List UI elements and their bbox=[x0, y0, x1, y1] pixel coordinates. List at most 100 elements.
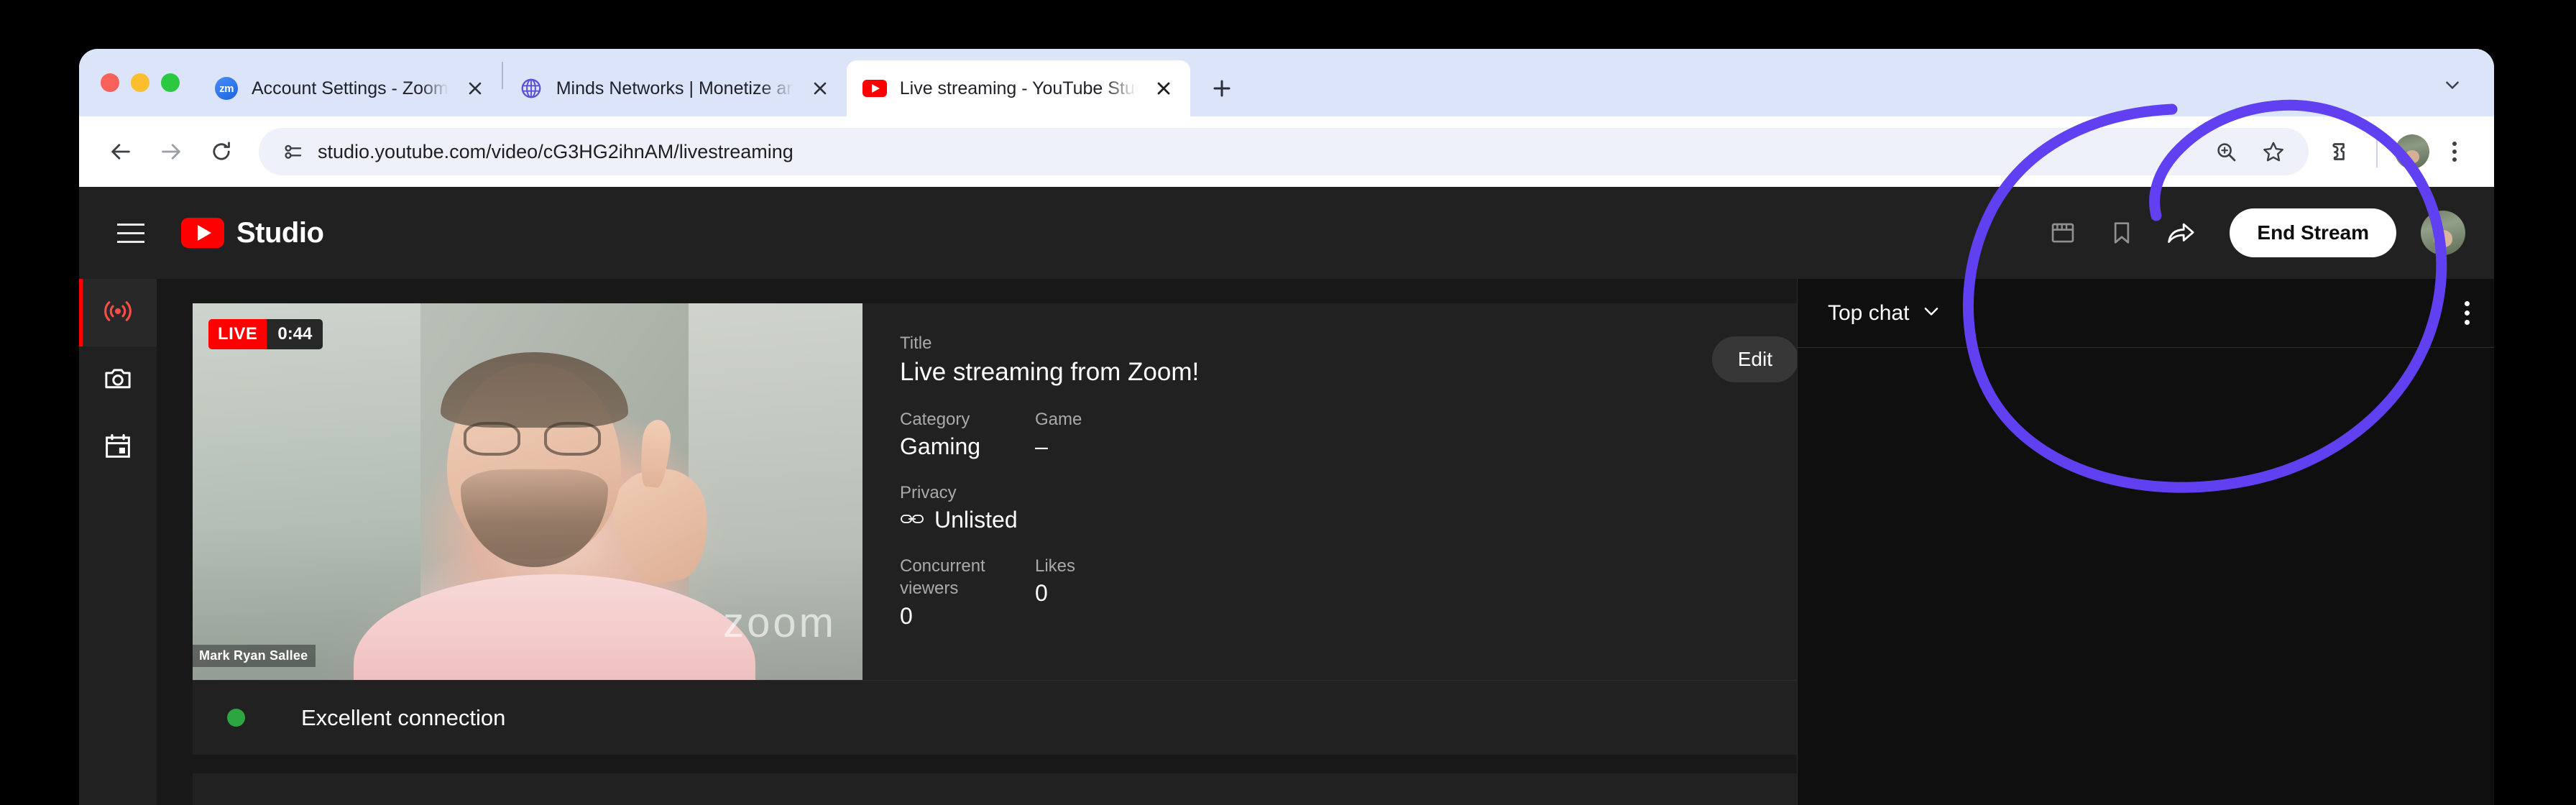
youtube-favicon bbox=[862, 76, 887, 101]
bookmark-icon[interactable] bbox=[2094, 206, 2149, 260]
edit-button[interactable]: Edit bbox=[1711, 336, 1798, 382]
studio-wordmark: Studio bbox=[236, 216, 324, 249]
broadcast-live-icon bbox=[101, 295, 134, 331]
preview-glasses-left bbox=[464, 422, 520, 456]
live-status-badge: LIVE 0:44 bbox=[208, 319, 323, 349]
browser-window: zm Account Settings - Zoom Minds Network… bbox=[79, 49, 2494, 805]
field-game: Game – bbox=[1035, 408, 1082, 463]
film-clapper-icon[interactable] bbox=[2036, 206, 2090, 260]
zoom-watermark: zoom bbox=[723, 599, 837, 646]
share-arrow-icon[interactable] bbox=[2153, 206, 2208, 260]
category-label: Category bbox=[900, 410, 970, 430]
studio-masthead: Studio End Stream bbox=[79, 187, 2494, 279]
stream-lower-card bbox=[193, 773, 1824, 805]
field-category-game: Category Gaming Game – bbox=[900, 408, 1712, 463]
tab-close-icon[interactable] bbox=[804, 72, 837, 105]
field-category: Category Gaming bbox=[900, 408, 1035, 463]
category-value: Gaming bbox=[900, 433, 981, 460]
browser-tab-title: Account Settings - Zoom bbox=[252, 78, 448, 98]
window-close-button[interactable] bbox=[101, 73, 119, 92]
toolbar-divider bbox=[2376, 136, 2378, 167]
extensions-puzzle-icon[interactable] bbox=[2322, 131, 2363, 172]
youtube-studio-page: Studio End Stream LIVE 0:44 Mark Ryan Sa… bbox=[79, 187, 2494, 805]
back-button[interactable] bbox=[98, 129, 144, 175]
stream-elapsed-time: 0:44 bbox=[267, 319, 323, 349]
field-title: Title Live streaming from Zoom! bbox=[900, 332, 1712, 390]
stream-card: LIVE 0:44 Mark Ryan Sallee zoom Title Li… bbox=[193, 303, 1824, 755]
likes-value: 0 bbox=[1035, 580, 1048, 607]
studio-body: LIVE 0:44 Mark Ryan Sallee zoom Title Li… bbox=[79, 279, 2494, 805]
browser-tab-title: Live streaming - YouTube Stud bbox=[899, 78, 1137, 98]
sidebar-item-webcam[interactable] bbox=[79, 346, 157, 414]
browser-tab-youtube-studio[interactable]: Live streaming - YouTube Stud bbox=[846, 60, 1190, 116]
likes-label: Likes bbox=[1035, 556, 1076, 576]
url-text: studio.youtube.com/video/cG3HG2ihnAM/liv… bbox=[318, 140, 794, 162]
field-viewers: Concurrent viewers 0 bbox=[900, 555, 1035, 632]
window-minimize-button[interactable] bbox=[131, 73, 150, 92]
youtube-play-icon bbox=[181, 218, 224, 248]
sidebar-item-manage[interactable] bbox=[79, 414, 157, 482]
chevron-down-icon[interactable] bbox=[1920, 300, 1942, 326]
hamburger-menu-icon[interactable] bbox=[105, 207, 157, 259]
camera-icon bbox=[102, 363, 134, 398]
game-label: Game bbox=[1035, 410, 1082, 430]
connection-status-dot bbox=[227, 709, 245, 727]
chat-title[interactable]: Top chat bbox=[1828, 301, 1909, 326]
stream-card-top: LIVE 0:44 Mark Ryan Sallee zoom Title Li… bbox=[193, 303, 1824, 680]
field-likes: Likes 0 bbox=[1035, 555, 1075, 632]
window-maximize-button[interactable] bbox=[161, 73, 180, 92]
title-value: Live streaming from Zoom! bbox=[900, 358, 1200, 387]
title-label: Title bbox=[900, 334, 932, 353]
browser-tab-zoom[interactable]: zm Account Settings - Zoom bbox=[198, 60, 502, 116]
connection-status-text: Excellent connection bbox=[301, 704, 506, 730]
chevron-down-icon[interactable] bbox=[2432, 65, 2472, 105]
privacy-value: Unlisted bbox=[934, 507, 1018, 533]
tab-close-icon[interactable] bbox=[459, 72, 492, 105]
stream-preview[interactable]: LIVE 0:44 Mark Ryan Sallee zoom bbox=[193, 303, 862, 680]
tab-close-icon[interactable] bbox=[1147, 72, 1180, 105]
three-dot-menu-icon[interactable] bbox=[2434, 131, 2475, 172]
reload-button[interactable] bbox=[198, 129, 244, 175]
stream-info-panel: Title Live streaming from Zoom! Category… bbox=[862, 303, 1824, 680]
viewers-value: 0 bbox=[900, 602, 913, 629]
bookmark-star-icon[interactable] bbox=[2254, 132, 2293, 171]
channel-avatar[interactable] bbox=[2421, 211, 2465, 255]
zoom-favicon-text: zm bbox=[215, 77, 238, 100]
site-settings-icon[interactable] bbox=[277, 136, 309, 167]
browser-tab-minds-networks[interactable]: Minds Networks | Monetize an bbox=[503, 60, 847, 116]
globe-favicon bbox=[519, 76, 543, 101]
studio-logo[interactable]: Studio bbox=[181, 216, 324, 249]
preview-nametag: Mark Ryan Sallee bbox=[193, 645, 316, 667]
new-tab-button[interactable] bbox=[1200, 67, 1243, 110]
browser-toolbar: studio.youtube.com/video/cG3HG2ihnAM/liv… bbox=[79, 116, 2494, 187]
privacy-label: Privacy bbox=[900, 483, 957, 503]
link-icon bbox=[900, 504, 924, 536]
tab-strip-spacer bbox=[1243, 109, 2432, 116]
chat-header: Top chat bbox=[1798, 279, 2494, 348]
window-traffic-lights bbox=[79, 49, 198, 116]
address-bar[interactable]: studio.youtube.com/video/cG3HG2ihnAM/liv… bbox=[259, 128, 2309, 175]
forward-button[interactable] bbox=[148, 129, 194, 175]
sidebar-item-stream[interactable] bbox=[79, 279, 157, 346]
privacy-value-row: Unlisted bbox=[900, 504, 1712, 536]
calendar-schedule-icon bbox=[102, 431, 134, 466]
field-privacy: Privacy Unlisted bbox=[900, 482, 1712, 536]
studio-sidebar bbox=[79, 279, 157, 805]
end-stream-button[interactable]: End Stream bbox=[2230, 208, 2396, 257]
browser-tab-title: Minds Networks | Monetize an bbox=[556, 78, 794, 98]
preview-glasses-right bbox=[544, 422, 601, 456]
zoom-favicon: zm bbox=[214, 76, 239, 101]
live-chat-panel: Top chat bbox=[1797, 279, 2494, 805]
profile-avatar[interactable] bbox=[2395, 134, 2429, 169]
game-value: – bbox=[1035, 433, 1048, 460]
viewers-label: Concurrent viewers bbox=[900, 556, 985, 599]
zoom-in-icon[interactable] bbox=[2207, 132, 2245, 171]
live-label: LIVE bbox=[208, 319, 267, 349]
chat-menu-icon[interactable] bbox=[2465, 301, 2470, 325]
stream-info-fields: Title Live streaming from Zoom! Category… bbox=[900, 332, 1712, 680]
connection-status-row: Excellent connection bbox=[193, 680, 1824, 755]
field-stats: Concurrent viewers 0 Likes 0 bbox=[900, 555, 1712, 632]
studio-main: LIVE 0:44 Mark Ryan Sallee zoom Title Li… bbox=[157, 279, 1824, 805]
chat-message-list bbox=[1798, 348, 2494, 805]
tab-strip: zm Account Settings - Zoom Minds Network… bbox=[79, 49, 2494, 116]
